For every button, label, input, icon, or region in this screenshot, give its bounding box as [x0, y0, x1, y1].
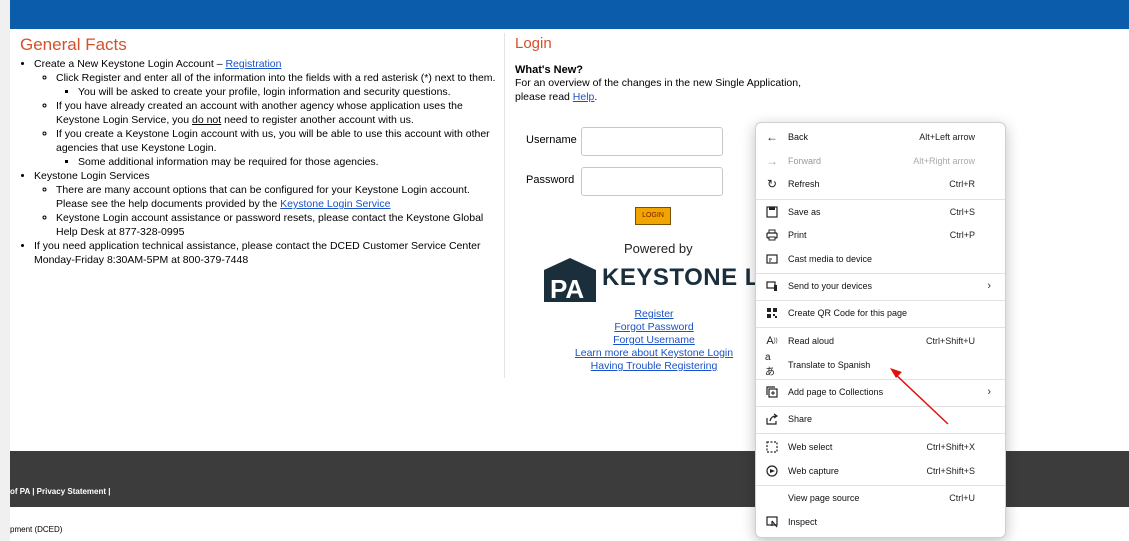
menu-item-refresh[interactable]: ↻ Refresh Ctrl+R	[756, 172, 1005, 196]
collections-icon	[765, 385, 779, 399]
browser-context-menu: ← Back Alt+Left arrow → Forward Alt+Righ…	[755, 122, 1006, 538]
translate-icon: aあ	[765, 352, 775, 378]
general-facts-section: General Facts Create a New Keystone Logi…	[20, 35, 500, 267]
menu-item-save-as[interactable]: Save as Ctrl+S	[756, 200, 1005, 224]
menu-item-forward[interactable]: → Forward Alt+Right arrow	[756, 149, 1005, 173]
share-icon	[765, 412, 779, 426]
forgot-username-link[interactable]: Forgot Username	[613, 334, 695, 346]
list-item: If you create a Keystone Login account w…	[56, 127, 500, 169]
keystone-login-logo: PA KEYSTONE LOGIN	[540, 256, 755, 304]
forward-arrow-icon: →	[766, 154, 778, 168]
help-link[interactable]: Help	[573, 91, 595, 103]
refresh-icon: ↻	[766, 177, 778, 191]
left-edge	[0, 0, 10, 541]
menu-item-collections[interactable]: Add page to Collections ›	[756, 380, 1005, 404]
column-divider	[504, 33, 505, 378]
register-link[interactable]: Register	[634, 308, 673, 320]
print-icon	[765, 228, 779, 242]
menu-item-send-devices[interactable]: Send to your devices ›	[756, 274, 1005, 298]
site-header-bar	[10, 0, 1129, 29]
general-facts-list: Create a New Keystone Login Account – Re…	[20, 57, 500, 267]
trouble-registering-link[interactable]: Having Trouble Registering	[591, 360, 718, 372]
login-title: Login	[515, 35, 552, 52]
learn-more-link[interactable]: Learn more about Keystone Login	[575, 347, 733, 359]
keystone-login-service-link[interactable]: Keystone Login Service	[280, 198, 390, 210]
chevron-right-icon: ›	[987, 280, 991, 292]
list-item: If you have already created an account w…	[56, 99, 500, 127]
menu-item-view-source[interactable]: View page source Ctrl+U	[756, 486, 1005, 510]
username-input[interactable]	[581, 127, 723, 156]
general-facts-title: General Facts	[20, 35, 127, 54]
back-arrow-icon: ←	[766, 130, 778, 144]
menu-item-qr-code[interactable]: Create QR Code for this page	[756, 301, 1005, 325]
registration-link[interactable]: Registration	[225, 58, 281, 70]
read-aloud-icon: A))	[766, 335, 778, 347]
powered-by-text: Powered by	[624, 241, 693, 256]
list-item: Create a New Keystone Login Account – Re…	[34, 57, 500, 169]
overview-text: For an overview of the changes in the ne…	[515, 77, 802, 103]
list-item: If you need application technical assist…	[34, 239, 500, 267]
menu-item-back[interactable]: ← Back Alt+Left arrow	[756, 125, 1005, 149]
footer-department: pment (DCED)	[10, 525, 63, 534]
menu-separator	[756, 433, 1005, 434]
menu-item-web-select[interactable]: Web select Ctrl+Shift+X	[756, 435, 1005, 459]
menu-item-web-capture[interactable]: Web capture Ctrl+Shift+S	[756, 459, 1005, 483]
svg-text:PA: PA	[550, 274, 584, 304]
qr-code-icon	[765, 306, 779, 320]
menu-item-translate[interactable]: aあ Translate to Spanish	[756, 352, 1005, 378]
username-label: Username	[526, 134, 577, 146]
save-as-icon	[765, 205, 779, 219]
list-item: Keystone Login account assistance or pas…	[56, 211, 500, 239]
cast-icon	[765, 252, 779, 266]
login-button[interactable]: LOGIN	[635, 207, 671, 225]
login-section: Login What's New? For an overview of the…	[515, 35, 815, 104]
menu-item-inspect[interactable]: Inspect	[756, 510, 1005, 534]
list-item: Some additional information may be requi…	[78, 155, 500, 169]
inspect-icon	[765, 515, 779, 529]
list-item: You will be asked to create your profile…	[78, 85, 500, 99]
login-links: Register Forgot Password Forgot Username…	[568, 308, 740, 373]
list-item: There are many account options that can …	[56, 183, 500, 211]
menu-item-print[interactable]: Print Ctrl+P	[756, 223, 1005, 247]
menu-item-read-aloud[interactable]: A)) Read aloud Ctrl+Shift+U	[756, 329, 1005, 353]
forgot-password-link[interactable]: Forgot Password	[614, 321, 693, 333]
menu-separator	[756, 327, 1005, 328]
chevron-right-icon: ›	[987, 386, 991, 398]
list-item: Keystone Login Services There are many a…	[34, 169, 500, 239]
list-item: Click Register and enter all of the info…	[56, 71, 500, 99]
password-input[interactable]	[581, 167, 723, 196]
password-label: Password	[526, 174, 575, 186]
footer-links[interactable]: of PA | Privacy Statement |	[10, 487, 111, 496]
whats-new-heading: What's New?	[515, 64, 584, 76]
web-select-icon	[765, 440, 779, 454]
send-devices-icon	[765, 279, 779, 293]
web-capture-icon	[765, 464, 779, 478]
menu-item-share[interactable]: Share	[756, 407, 1005, 431]
menu-item-cast[interactable]: Cast media to device	[756, 247, 1005, 271]
